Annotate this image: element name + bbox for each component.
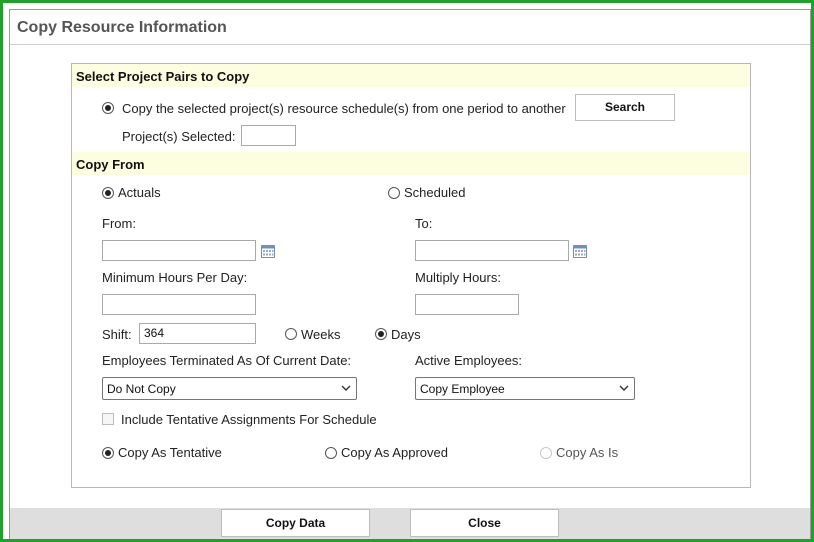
projects-selected-label: Project(s) Selected: — [122, 129, 236, 144]
radio-button[interactable] — [102, 447, 114, 459]
days-label: Days — [391, 327, 421, 342]
include-tentative-checkbox[interactable] — [102, 411, 114, 426]
radio-button[interactable] — [102, 187, 114, 199]
actuals-label: Actuals — [118, 185, 161, 200]
copy-period-label: Copy the selected project(s) resource sc… — [122, 101, 566, 116]
section-header-select-project-pairs: Select Project Pairs to Copy — [72, 64, 750, 87]
dialog-title-bar: Copy Resource Information — [10, 10, 810, 45]
weeks-label: Weeks — [301, 327, 341, 342]
window-frame: Copy Resource Information Select Project… — [0, 0, 814, 542]
dialog-footer: Copy Data Close — [10, 508, 810, 539]
days-radio[interactable] — [375, 326, 387, 341]
copy-as-is-radio — [540, 445, 552, 460]
copy-options-panel: Select Project Pairs to Copy Copy the se… — [71, 63, 751, 488]
to-date-input[interactable] — [415, 240, 569, 261]
radio-button[interactable] — [325, 447, 337, 459]
copy-data-button[interactable]: Copy Data — [221, 509, 370, 537]
chevron-down-icon — [619, 385, 629, 391]
chevron-down-icon — [341, 385, 351, 391]
to-label: To: — [415, 216, 433, 231]
active-employees-label: Active Employees: — [415, 353, 522, 368]
include-tentative-label: Include Tentative Assignments For Schedu… — [121, 412, 377, 427]
actuals-radio[interactable] — [102, 185, 114, 200]
scheduled-radio[interactable] — [388, 185, 400, 200]
radio-button[interactable] — [375, 328, 387, 340]
radio-button[interactable] — [285, 328, 297, 340]
copy-resource-dialog: Copy Resource Information Select Project… — [9, 9, 811, 539]
min-hours-input[interactable] — [102, 294, 256, 315]
copy-as-is-label: Copy As Is — [556, 445, 619, 460]
scheduled-label: Scheduled — [404, 185, 466, 200]
calendar-icon[interactable] — [261, 245, 275, 258]
checkbox[interactable] — [102, 413, 114, 425]
from-label: From: — [102, 216, 136, 231]
min-hours-label: Minimum Hours Per Day: — [102, 270, 248, 285]
dialog-title: Copy Resource Information — [17, 19, 227, 36]
projects-selected-input[interactable] — [241, 125, 296, 146]
active-employees-selected: Copy Employee — [420, 382, 505, 396]
weeks-radio[interactable] — [285, 326, 297, 341]
radio-button[interactable] — [388, 187, 400, 199]
copy-period-radio[interactable] — [102, 100, 114, 115]
close-button[interactable]: Close — [410, 509, 559, 537]
multiply-hours-input[interactable] — [415, 294, 519, 315]
copy-as-tentative-label: Copy As Tentative — [118, 445, 222, 460]
copy-as-approved-label: Copy As Approved — [341, 445, 448, 460]
copy-as-tentative-radio[interactable] — [102, 445, 114, 460]
radio-button[interactable] — [102, 102, 114, 114]
terminated-employees-select[interactable]: Do Not Copy — [102, 377, 357, 400]
copy-as-approved-radio[interactable] — [325, 445, 337, 460]
multiply-hours-label: Multiply Hours: — [415, 270, 501, 285]
active-employees-select[interactable]: Copy Employee — [415, 377, 635, 400]
terminated-employees-label: Employees Terminated As Of Current Date: — [102, 353, 352, 368]
section-header-copy-from: Copy From — [72, 152, 750, 175]
shift-input[interactable]: 364 — [139, 323, 256, 344]
terminated-employees-selected: Do Not Copy — [107, 382, 176, 396]
from-date-input[interactable] — [102, 240, 256, 261]
shift-label: Shift: — [102, 327, 132, 342]
search-button[interactable]: Search — [575, 94, 675, 121]
calendar-icon[interactable] — [573, 245, 587, 258]
radio-button — [540, 447, 552, 459]
